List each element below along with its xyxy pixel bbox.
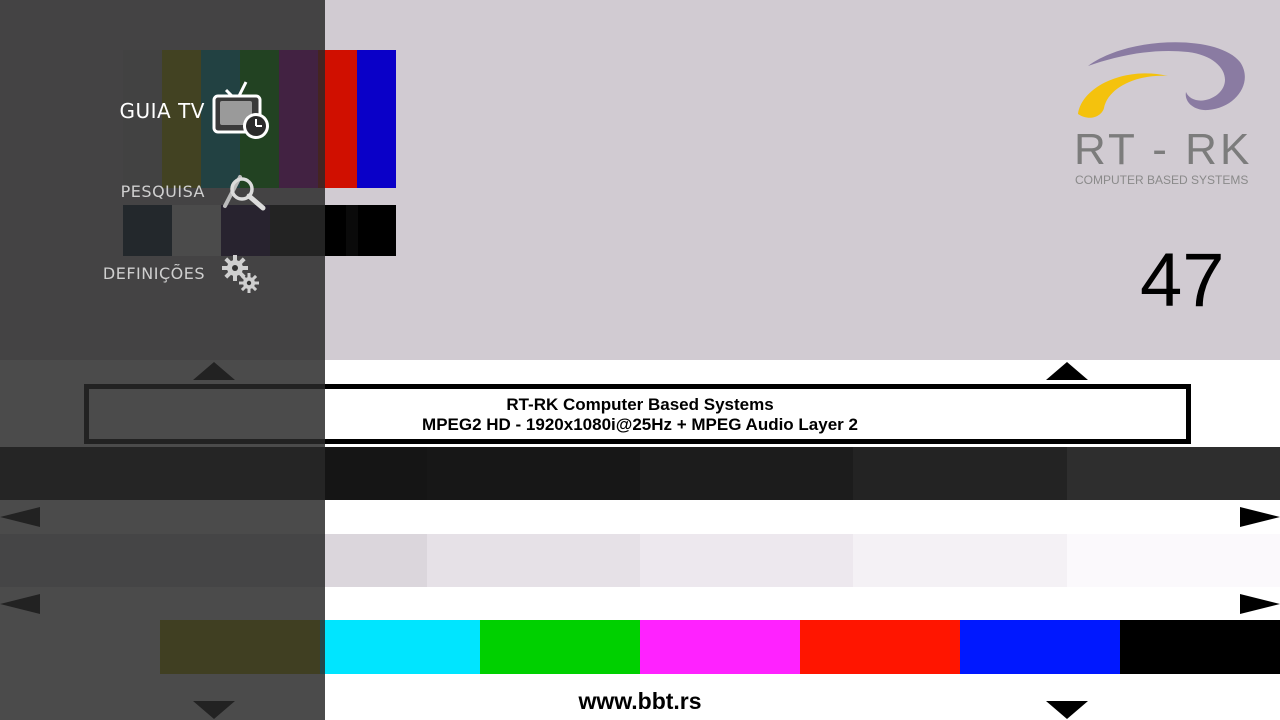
bar-red: [800, 620, 960, 674]
bottom-color-bars: [160, 620, 1280, 674]
pluge-block: [325, 205, 346, 256]
gray-step: [1066, 534, 1280, 587]
menu-label-definicoes: DEFINIÇÕES: [102, 263, 205, 283]
bar-magenta: [640, 620, 800, 674]
logo-wordmark: RT - RK: [1074, 125, 1253, 174]
menu-item-definicoes[interactable]: DEFINIÇÕES: [103, 260, 205, 286]
tv-guide-icon: [212, 81, 269, 139]
search-icon: [223, 175, 266, 211]
bar-black: [1120, 620, 1280, 674]
bar-green: [480, 620, 640, 674]
right-triangle-1: [1240, 507, 1280, 527]
pluge-block: [358, 205, 396, 256]
down-triangle-right: [1046, 701, 1088, 719]
side-menu: GUIA TV PESQUISA DEFINIÇÕES: [0, 0, 325, 720]
gray-step: [426, 534, 640, 587]
menu-item-guia-tv[interactable]: GUIA TV: [120, 96, 205, 126]
channel-number: 47: [1140, 238, 1225, 323]
right-triangle-2: [1240, 594, 1280, 614]
menu-label-pesquisa: PESQUISA: [120, 181, 205, 201]
bar-blue: [960, 620, 1120, 674]
gray-step: [640, 447, 854, 500]
gray-step: [426, 447, 640, 500]
settings-gears-icon: [222, 255, 259, 293]
gray-step: [853, 447, 1067, 500]
gray-step: [1066, 447, 1280, 500]
gray-step: [640, 534, 854, 587]
logo-tagline: COMPUTER BASED SYSTEMS: [1075, 173, 1249, 187]
menu-label-guia-tv: GUIA TV: [119, 99, 205, 123]
up-triangle-right: [1046, 362, 1088, 380]
pluge-block: [346, 205, 358, 256]
menu-item-pesquisa[interactable]: PESQUISA: [121, 178, 205, 204]
bar-cyan: [320, 620, 480, 674]
gray-step: [853, 534, 1067, 587]
top-bar-blue: [357, 50, 396, 188]
